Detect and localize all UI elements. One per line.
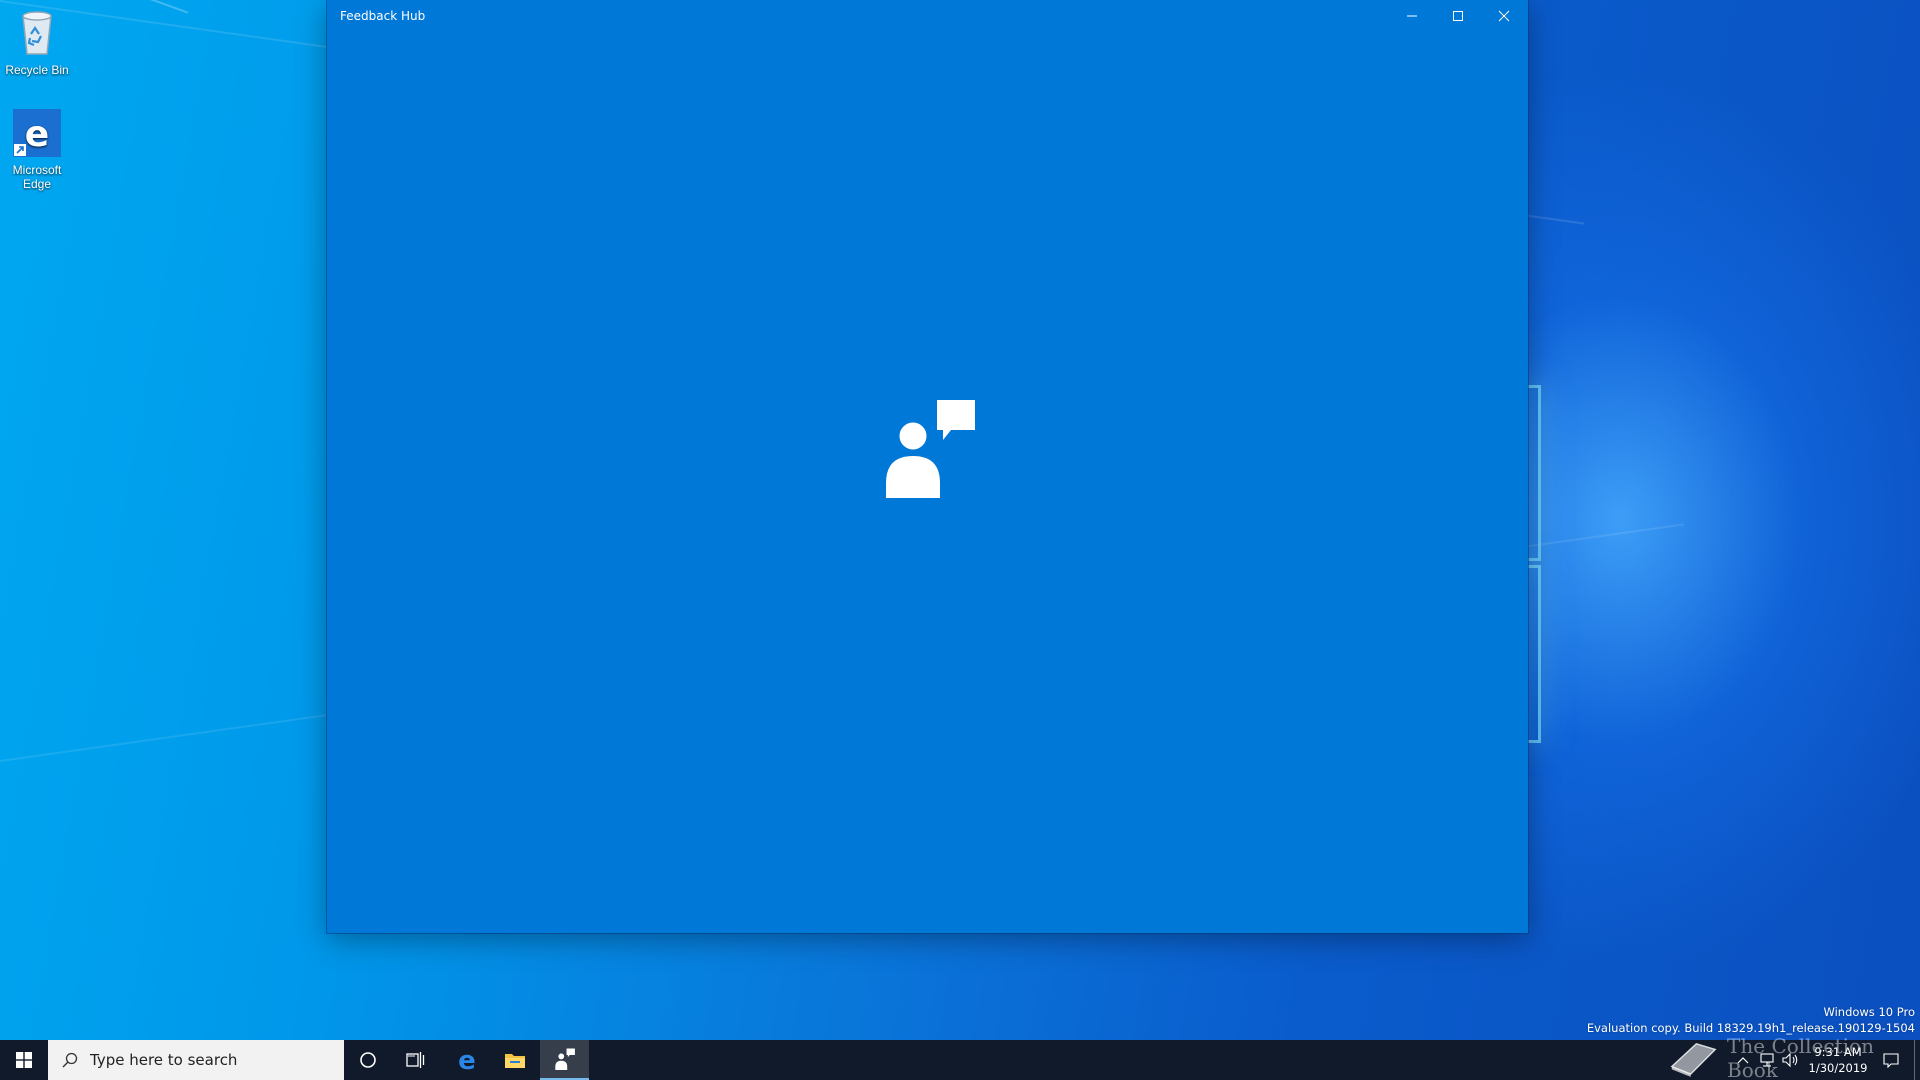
minimize-button[interactable]: [1389, 0, 1435, 32]
cortana-button[interactable]: [344, 1040, 392, 1080]
taskbar-search-box[interactable]: Type here to search: [48, 1040, 344, 1080]
taskbar-edge-button[interactable]: e: [443, 1040, 491, 1080]
wallpaper-light-pane-top: [1528, 385, 1541, 561]
desktop-icon-label: Microsoft Edge: [12, 163, 62, 191]
taskbar-feedback-hub-button[interactable]: [540, 1040, 589, 1080]
taskbar: Type here to search e 9:31 AM 1/30/2019: [0, 1040, 1920, 1080]
feedback-hub-window[interactable]: Feedback Hub: [327, 0, 1528, 933]
recycle-bin-icon: [0, 6, 74, 61]
window-title: Feedback Hub: [340, 9, 426, 23]
edge-icon: e: [0, 108, 74, 161]
feedback-hub-logo-icon: [885, 398, 975, 503]
task-view-button[interactable]: [392, 1040, 440, 1080]
window-titlebar[interactable]: Feedback Hub: [327, 0, 1528, 32]
close-icon: [1498, 10, 1510, 22]
book-logo-icon: [1670, 1043, 1717, 1077]
desktop-icon-label: Recycle Bin: [5, 63, 69, 77]
close-button[interactable]: [1481, 0, 1527, 32]
maximize-button[interactable]: [1435, 0, 1481, 32]
windows-start-icon: [16, 1052, 32, 1068]
minimize-icon: [1407, 15, 1417, 17]
desktop-icon-recycle-bin[interactable]: Recycle Bin: [0, 6, 74, 77]
overlay-logo: The Collection Book: [1668, 1034, 1920, 1080]
watermark-build: Evaluation copy. Build 18329.19h1_releas…: [1586, 1021, 1915, 1035]
task-view-icon: [406, 1052, 425, 1068]
svg-text:e: e: [458, 1048, 476, 1072]
maximize-icon: [1453, 11, 1463, 21]
svg-text:e: e: [25, 114, 49, 155]
desktop-icon-microsoft-edge[interactable]: e Microsoft Edge: [0, 108, 74, 191]
start-button[interactable]: [0, 1040, 48, 1080]
overlay-logo-text: The Collection Book: [1727, 1034, 1874, 1080]
wallpaper-light-pane-bottom: [1528, 565, 1541, 743]
search-icon: [62, 1052, 78, 1068]
folder-icon: [505, 1054, 525, 1068]
search-placeholder: Type here to search: [90, 1051, 238, 1069]
edge-icon: e: [458, 1048, 476, 1072]
watermark-edition: Windows 10 Pro: [1823, 1005, 1915, 1019]
desktop: Recycle Bin e Microsoft Edge Windows 10 …: [0, 0, 1920, 1080]
feedback-hub-icon: [554, 1048, 575, 1070]
taskbar-file-explorer-button[interactable]: [491, 1040, 539, 1080]
windows-watermark: Windows 10 Pro Evaluation copy. Build 18…: [1587, 1005, 1915, 1035]
wallpaper-beam: [150, 0, 189, 14]
cortana-circle-icon: [360, 1052, 376, 1068]
